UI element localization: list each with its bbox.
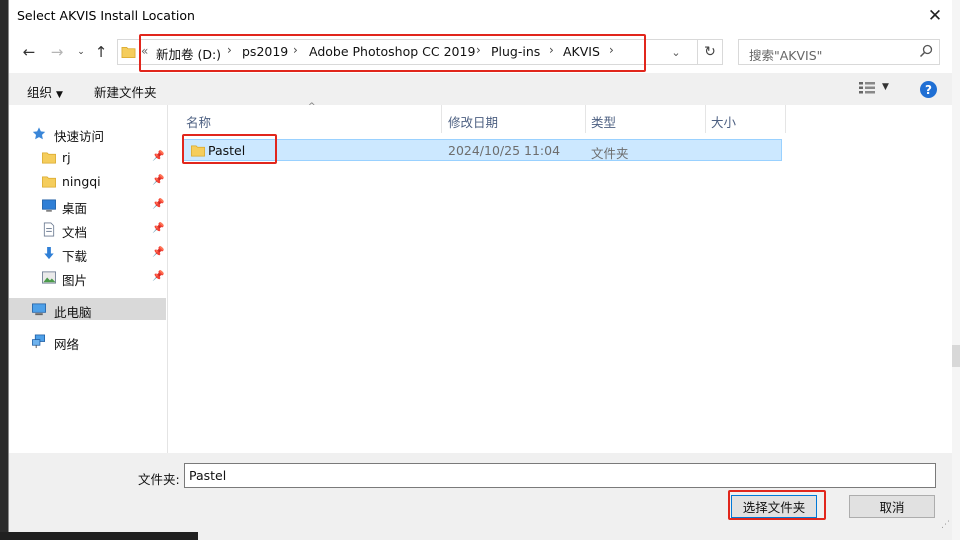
forward-arrow-icon: → — [50, 43, 64, 61]
column-header-type[interactable]: 类型 — [573, 105, 705, 133]
search-input[interactable]: 搜索"AKVIS" — [749, 45, 822, 64]
address-bar[interactable]: « 新加卷 (D:) › ps2019 › Adobe Photoshop CC… — [117, 39, 723, 65]
file-name: Pastel — [208, 143, 246, 158]
documents-icon — [43, 222, 55, 237]
file-modified: 2024/10/25 11:04 — [448, 143, 561, 158]
back-arrow-icon: ← — [22, 43, 36, 61]
background-right-strip — [952, 345, 960, 367]
column-separator[interactable] — [785, 105, 786, 133]
sidebar-label: 快速访问 — [54, 129, 105, 144]
title-bar: Select AKVIS Install Location ✕ — [9, 0, 952, 31]
help-icon[interactable]: ? — [920, 81, 937, 98]
close-icon: ✕ — [927, 5, 943, 26]
computer-icon — [32, 303, 46, 316]
view-options-icon[interactable] — [859, 82, 875, 94]
back-button[interactable]: ← — [19, 42, 39, 62]
command-bar: 组织 ▼ 新建文件夹 ▼ ? — [9, 73, 952, 105]
file-type: 文件夹 — [591, 146, 629, 161]
organize-label: 组织 — [27, 85, 53, 100]
cancel-button[interactable]: 取消 — [849, 495, 935, 518]
table-row[interactable]: Pastel 2024/10/25 11:04 文件夹 — [182, 139, 782, 161]
folder-icon — [191, 145, 205, 157]
sidebar-label: 图片 — [62, 273, 88, 288]
sidebar-label: ningqi — [62, 174, 101, 189]
chevron-down-icon: ⌄ — [671, 45, 681, 59]
sidebar-item-pictures[interactable]: 图片 📌 — [9, 266, 166, 288]
resize-grip-icon[interactable]: ⋰ — [941, 520, 950, 530]
pin-icon: 📌 — [152, 175, 165, 186]
sidebar-item-documents[interactable]: 文档 📌 — [9, 218, 166, 240]
chevron-right-icon[interactable]: › — [609, 43, 614, 57]
browser-pane: 快速访问 rj 📌 ningqi 📌 桌面 📌 文档 📌 下载 📌 图片 📌 此… — [9, 102, 952, 453]
refresh-button[interactable]: ↻ — [697, 39, 723, 65]
folder-icon — [42, 176, 56, 188]
folder-name-input[interactable] — [184, 463, 936, 488]
sidebar-label: 桌面 — [62, 201, 88, 216]
chevron-right-icon[interactable]: › — [227, 43, 232, 57]
search-box[interactable]: 搜索"AKVIS" — [738, 39, 940, 65]
view-dropdown[interactable]: ▼ — [882, 82, 889, 92]
breadcrumb-akvis[interactable]: AKVIS — [563, 44, 600, 59]
folder-label: 文件夹: — [138, 472, 180, 487]
navigation-bar: ← → ⌄ ↑ « 新加卷 (D:) › ps2019 › Adobe Phot… — [9, 31, 952, 73]
pin-icon: 📌 — [152, 199, 165, 210]
breadcrumb-plugins[interactable]: Plug-ins — [491, 44, 540, 59]
desktop-icon — [42, 199, 56, 212]
pin-icon: 📌 — [152, 247, 165, 258]
close-button[interactable]: ✕ — [918, 0, 952, 31]
breadcrumb-ps2019[interactable]: ps2019 — [242, 44, 288, 59]
forward-button[interactable]: → — [47, 42, 67, 62]
background-right-window — [952, 0, 960, 540]
column-header-name[interactable]: 名称 — [168, 105, 441, 133]
select-folder-button[interactable]: 选择文件夹 — [731, 495, 817, 518]
up-arrow-icon: ↑ — [94, 43, 108, 61]
pin-icon: 📌 — [152, 223, 165, 234]
breadcrumb-photoshop[interactable]: Adobe Photoshop CC 2019 — [309, 44, 475, 59]
sidebar-item-quick-access[interactable]: 快速访问 — [9, 122, 166, 144]
address-overflow[interactable]: « — [141, 44, 148, 58]
star-icon — [32, 127, 46, 140]
column-header-size[interactable]: 大小 — [693, 105, 783, 133]
breadcrumb-drive[interactable]: 新加卷 (D:) — [156, 44, 221, 63]
downloads-icon — [44, 246, 54, 260]
search-icon — [919, 44, 933, 58]
column-header-modified[interactable]: 修改日期 — [430, 105, 585, 133]
chevron-right-icon[interactable]: › — [293, 43, 298, 57]
new-folder-button[interactable]: 新建文件夹 — [94, 82, 157, 101]
pictures-icon — [42, 271, 56, 284]
navigation-pane: 快速访问 rj 📌 ningqi 📌 桌面 📌 文档 📌 下载 📌 图片 📌 此… — [9, 105, 167, 453]
sidebar-item-ningqi[interactable]: ningqi 📌 — [9, 170, 166, 192]
sidebar-label: 下载 — [62, 249, 88, 264]
up-button[interactable]: ↑ — [91, 42, 111, 62]
pin-icon: 📌 — [152, 271, 165, 282]
organize-menu[interactable]: 组织 ▼ — [27, 82, 63, 101]
sidebar-label: 文档 — [62, 225, 88, 240]
background-dark-panel — [0, 532, 198, 540]
dialog-title: Select AKVIS Install Location — [17, 8, 195, 23]
sidebar-label: 此电脑 — [54, 305, 92, 320]
folder-icon — [42, 152, 56, 164]
recent-dropdown-icon: ⌄ — [77, 47, 85, 57]
sidebar-item-downloads[interactable]: 下载 📌 — [9, 242, 166, 264]
sidebar-item-rj[interactable]: rj 📌 — [9, 146, 166, 168]
dialog-footer: 文件夹: 选择文件夹 取消 ⋰ — [9, 453, 952, 532]
sidebar-label: rj — [62, 150, 71, 165]
address-dropdown[interactable]: ⌄ — [663, 39, 689, 65]
chevron-right-icon[interactable]: › — [476, 43, 481, 57]
network-icon — [32, 334, 45, 349]
recent-locations-button[interactable]: ⌄ — [71, 42, 91, 62]
sidebar-item-desktop[interactable]: 桌面 📌 — [9, 194, 166, 216]
select-folder-dialog: Select AKVIS Install Location ✕ ← → ⌄ ↑ … — [8, 0, 952, 532]
sidebar-item-network[interactable]: 网络 — [9, 330, 166, 352]
sidebar-item-this-pc[interactable]: 此电脑 — [9, 298, 166, 320]
folder-icon — [121, 46, 136, 58]
pin-icon: 📌 — [152, 151, 165, 162]
caret-down-icon: ▼ — [56, 90, 63, 100]
chevron-right-icon[interactable]: › — [549, 43, 554, 57]
sidebar-label: 网络 — [54, 337, 80, 352]
refresh-icon: ↻ — [704, 44, 716, 60]
file-list: ^ 名称 修改日期 类型 大小 Pastel 2024/10/25 11:04 … — [168, 102, 952, 453]
